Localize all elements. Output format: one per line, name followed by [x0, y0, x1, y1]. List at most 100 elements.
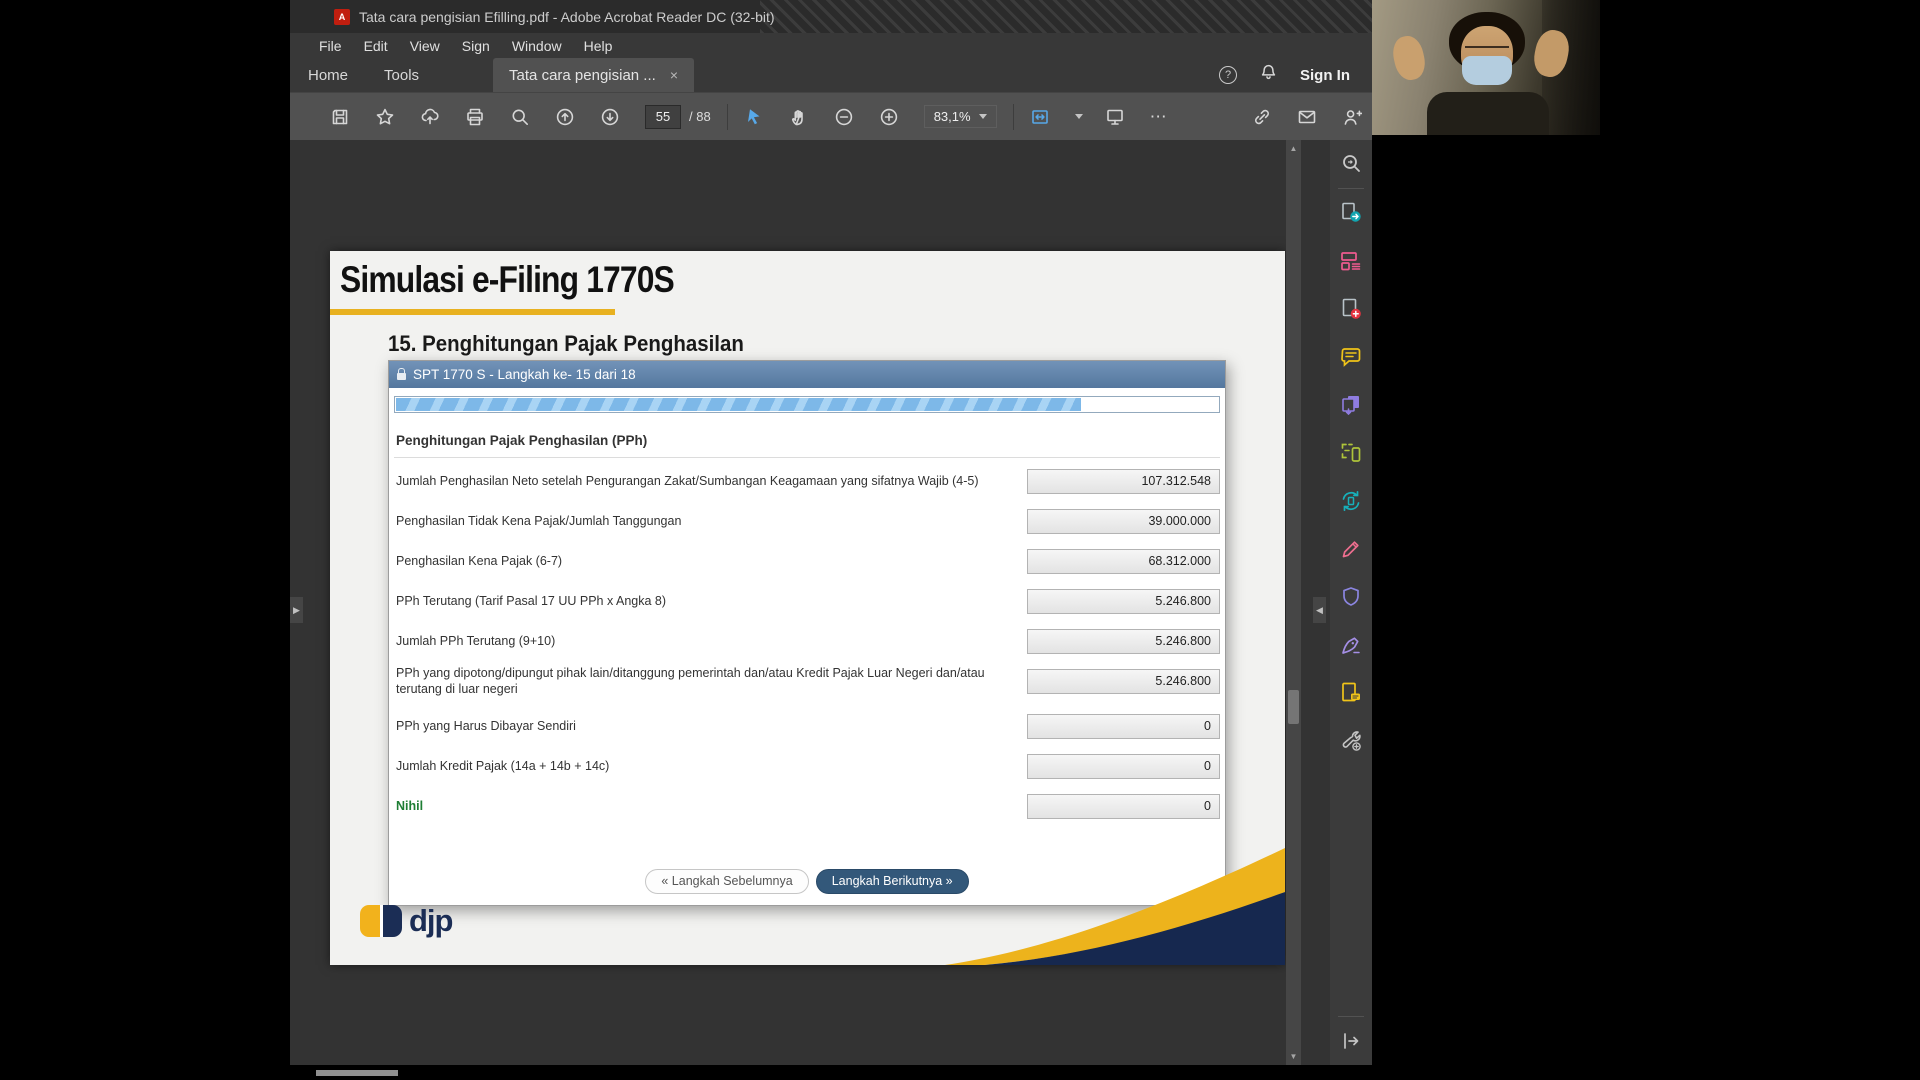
zoom-level-value: 83,1% — [934, 109, 971, 124]
menu-help[interactable]: Help — [573, 35, 624, 57]
combine-files-icon[interactable] — [1330, 381, 1372, 429]
webcam-person-glasses — [1465, 46, 1509, 54]
request-signatures-icon[interactable] — [1330, 669, 1372, 717]
scan-ocr-icon[interactable] — [1330, 429, 1372, 477]
comment-icon[interactable] — [1330, 333, 1372, 381]
slide-subtitle: 15. Penghitungan Pajak Penghasilan — [388, 331, 744, 357]
progress-bar — [394, 396, 1220, 413]
row-value-field: 39.000.000 — [1027, 509, 1220, 534]
expand-panel-icon[interactable] — [1330, 1017, 1372, 1065]
chevron-down-icon — [979, 114, 987, 119]
scroll-down-icon[interactable]: ▼ — [1290, 1048, 1298, 1065]
certificates-icon[interactable] — [1330, 621, 1372, 669]
row-label: Jumlah PPh Terutang (9+10) — [396, 633, 996, 649]
fill-sign-icon[interactable] — [1330, 525, 1372, 573]
page-fit-icon[interactable] — [1030, 107, 1050, 127]
row-value-field: 0 — [1027, 794, 1220, 819]
hand-tool-icon[interactable] — [789, 107, 809, 127]
zoom-out-icon[interactable] — [834, 107, 854, 127]
zoom-in-icon[interactable] — [879, 107, 899, 127]
corner-swoosh-graphic — [945, 840, 1285, 965]
webcam-face-mask — [1462, 56, 1512, 85]
menu-file[interactable]: File — [308, 35, 353, 57]
search-tools-icon[interactable] — [1330, 140, 1372, 188]
page-fit-chevron-icon[interactable] — [1075, 114, 1083, 119]
row-value-field: 107.312.548 — [1027, 469, 1220, 494]
tab-document[interactable]: Tata cara pengisian ... × — [493, 58, 694, 92]
slide-title: Simulasi e-Filing 1770S — [340, 259, 674, 301]
nav-pane-toggle[interactable]: ▶ — [290, 597, 303, 623]
menu-view[interactable]: View — [399, 35, 451, 57]
tab-tools[interactable]: Tools — [366, 58, 437, 92]
previous-step-button: « Langkah Sebelumnya — [645, 869, 808, 894]
menu-sign[interactable]: Sign — [451, 35, 501, 57]
form-header-title: SPT 1770 S - Langkah ke- 15 dari 18 — [413, 367, 636, 382]
help-icon[interactable]: ? — [1219, 66, 1237, 84]
next-page-icon[interactable] — [600, 107, 620, 127]
tab-home[interactable]: Home — [290, 58, 366, 92]
djp-logo: djp — [360, 903, 453, 939]
print-icon[interactable] — [465, 107, 485, 127]
tab-document-label: Tata cara pengisian ... — [509, 67, 656, 84]
organize-pages-icon[interactable] — [1330, 237, 1372, 285]
row-label: PPh Terutang (Tarif Pasal 17 UU PPh x An… — [396, 593, 996, 609]
select-tool-icon[interactable] — [744, 107, 764, 127]
add-account-icon[interactable] — [1342, 107, 1362, 127]
previous-page-icon[interactable] — [555, 107, 575, 127]
more-tools-icon[interactable] — [1330, 717, 1372, 765]
row-value-field: 5.246.800 — [1027, 589, 1220, 614]
document-canvas: Simulasi e-Filing 1770S 15. Penghitungan… — [290, 140, 1330, 1065]
create-pdf-icon[interactable] — [1330, 285, 1372, 333]
tools-sidebar — [1330, 140, 1372, 1065]
window-title: Tata cara pengisian Efilling.pdf - Adobe… — [359, 9, 775, 25]
page-number-input[interactable]: 55 — [645, 105, 681, 129]
export-pdf-icon[interactable] — [1330, 189, 1372, 237]
tab-bar: Home Tools Tata cara pengisian ... × ? S… — [290, 58, 1372, 92]
row-label: Jumlah Kredit Pajak (14a + 14b + 14c) — [396, 758, 996, 774]
page-total-label: / 88 — [689, 109, 711, 124]
share-link-icon[interactable] — [1252, 107, 1272, 127]
title-underline — [330, 309, 615, 315]
zoom-level-dropdown[interactable]: 83,1% — [924, 105, 997, 128]
acrobat-app-icon: A — [334, 9, 350, 25]
djp-logo-icon — [360, 905, 402, 937]
form-section-heading: Penghitungan Pajak Penghasilan (PPh) — [396, 433, 647, 448]
optimize-pdf-icon[interactable] — [1330, 477, 1372, 525]
more-tools-icon[interactable]: ⋯ — [1150, 107, 1169, 127]
toolbar-divider — [727, 104, 728, 130]
tools-pane-toggle[interactable]: ◀ — [1313, 597, 1326, 623]
email-icon[interactable] — [1297, 107, 1317, 127]
webcam-left-hand — [1390, 33, 1428, 82]
scroll-up-icon[interactable]: ▲ — [1290, 140, 1298, 157]
horizontal-scrollbar-thumb[interactable] — [316, 1070, 398, 1076]
form-row: PPh Terutang (Tarif Pasal 17 UU PPh x An… — [396, 581, 1220, 621]
save-icon[interactable] — [330, 107, 350, 127]
cloud-upload-icon[interactable] — [420, 107, 440, 127]
lock-icon — [397, 373, 406, 380]
acrobat-window: A Tata cara pengisian Efilling.pdf - Ado… — [290, 0, 1372, 1065]
vertical-scrollbar[interactable]: ▲ ▼ — [1286, 140, 1301, 1065]
presentation-mode-icon[interactable] — [1105, 107, 1125, 127]
scrollbar-thumb[interactable] — [1288, 690, 1299, 724]
form-row: Nihil 0 — [396, 786, 1220, 826]
notification-bell-icon[interactable] — [1259, 63, 1278, 87]
section-divider — [394, 457, 1220, 458]
row-label: Jumlah Penghasilan Neto setelah Penguran… — [396, 473, 996, 489]
search-icon[interactable] — [510, 107, 530, 127]
pdf-page: Simulasi e-Filing 1770S 15. Penghitungan… — [330, 251, 1285, 965]
menu-edit[interactable]: Edit — [353, 35, 399, 57]
spt-form-panel: SPT 1770 S - Langkah ke- 15 dari 18 Peng… — [388, 360, 1226, 906]
tab-close-icon[interactable]: × — [670, 67, 678, 83]
sign-in-button[interactable]: Sign In — [1300, 67, 1350, 84]
row-value-field: 0 — [1027, 754, 1220, 779]
title-bar: A Tata cara pengisian Efilling.pdf - Ado… — [290, 0, 1372, 33]
menu-window[interactable]: Window — [501, 35, 573, 57]
row-value-field: 0 — [1027, 714, 1220, 739]
form-row: Jumlah Penghasilan Neto setelah Penguran… — [396, 461, 1220, 501]
progress-fill — [396, 398, 1081, 411]
form-row: Jumlah PPh Terutang (9+10) 5.246.800 — [396, 621, 1220, 661]
protect-icon[interactable] — [1330, 573, 1372, 621]
djp-logo-text: djp — [409, 903, 453, 939]
star-icon[interactable] — [375, 107, 395, 127]
row-value-field: 5.246.800 — [1027, 669, 1220, 694]
